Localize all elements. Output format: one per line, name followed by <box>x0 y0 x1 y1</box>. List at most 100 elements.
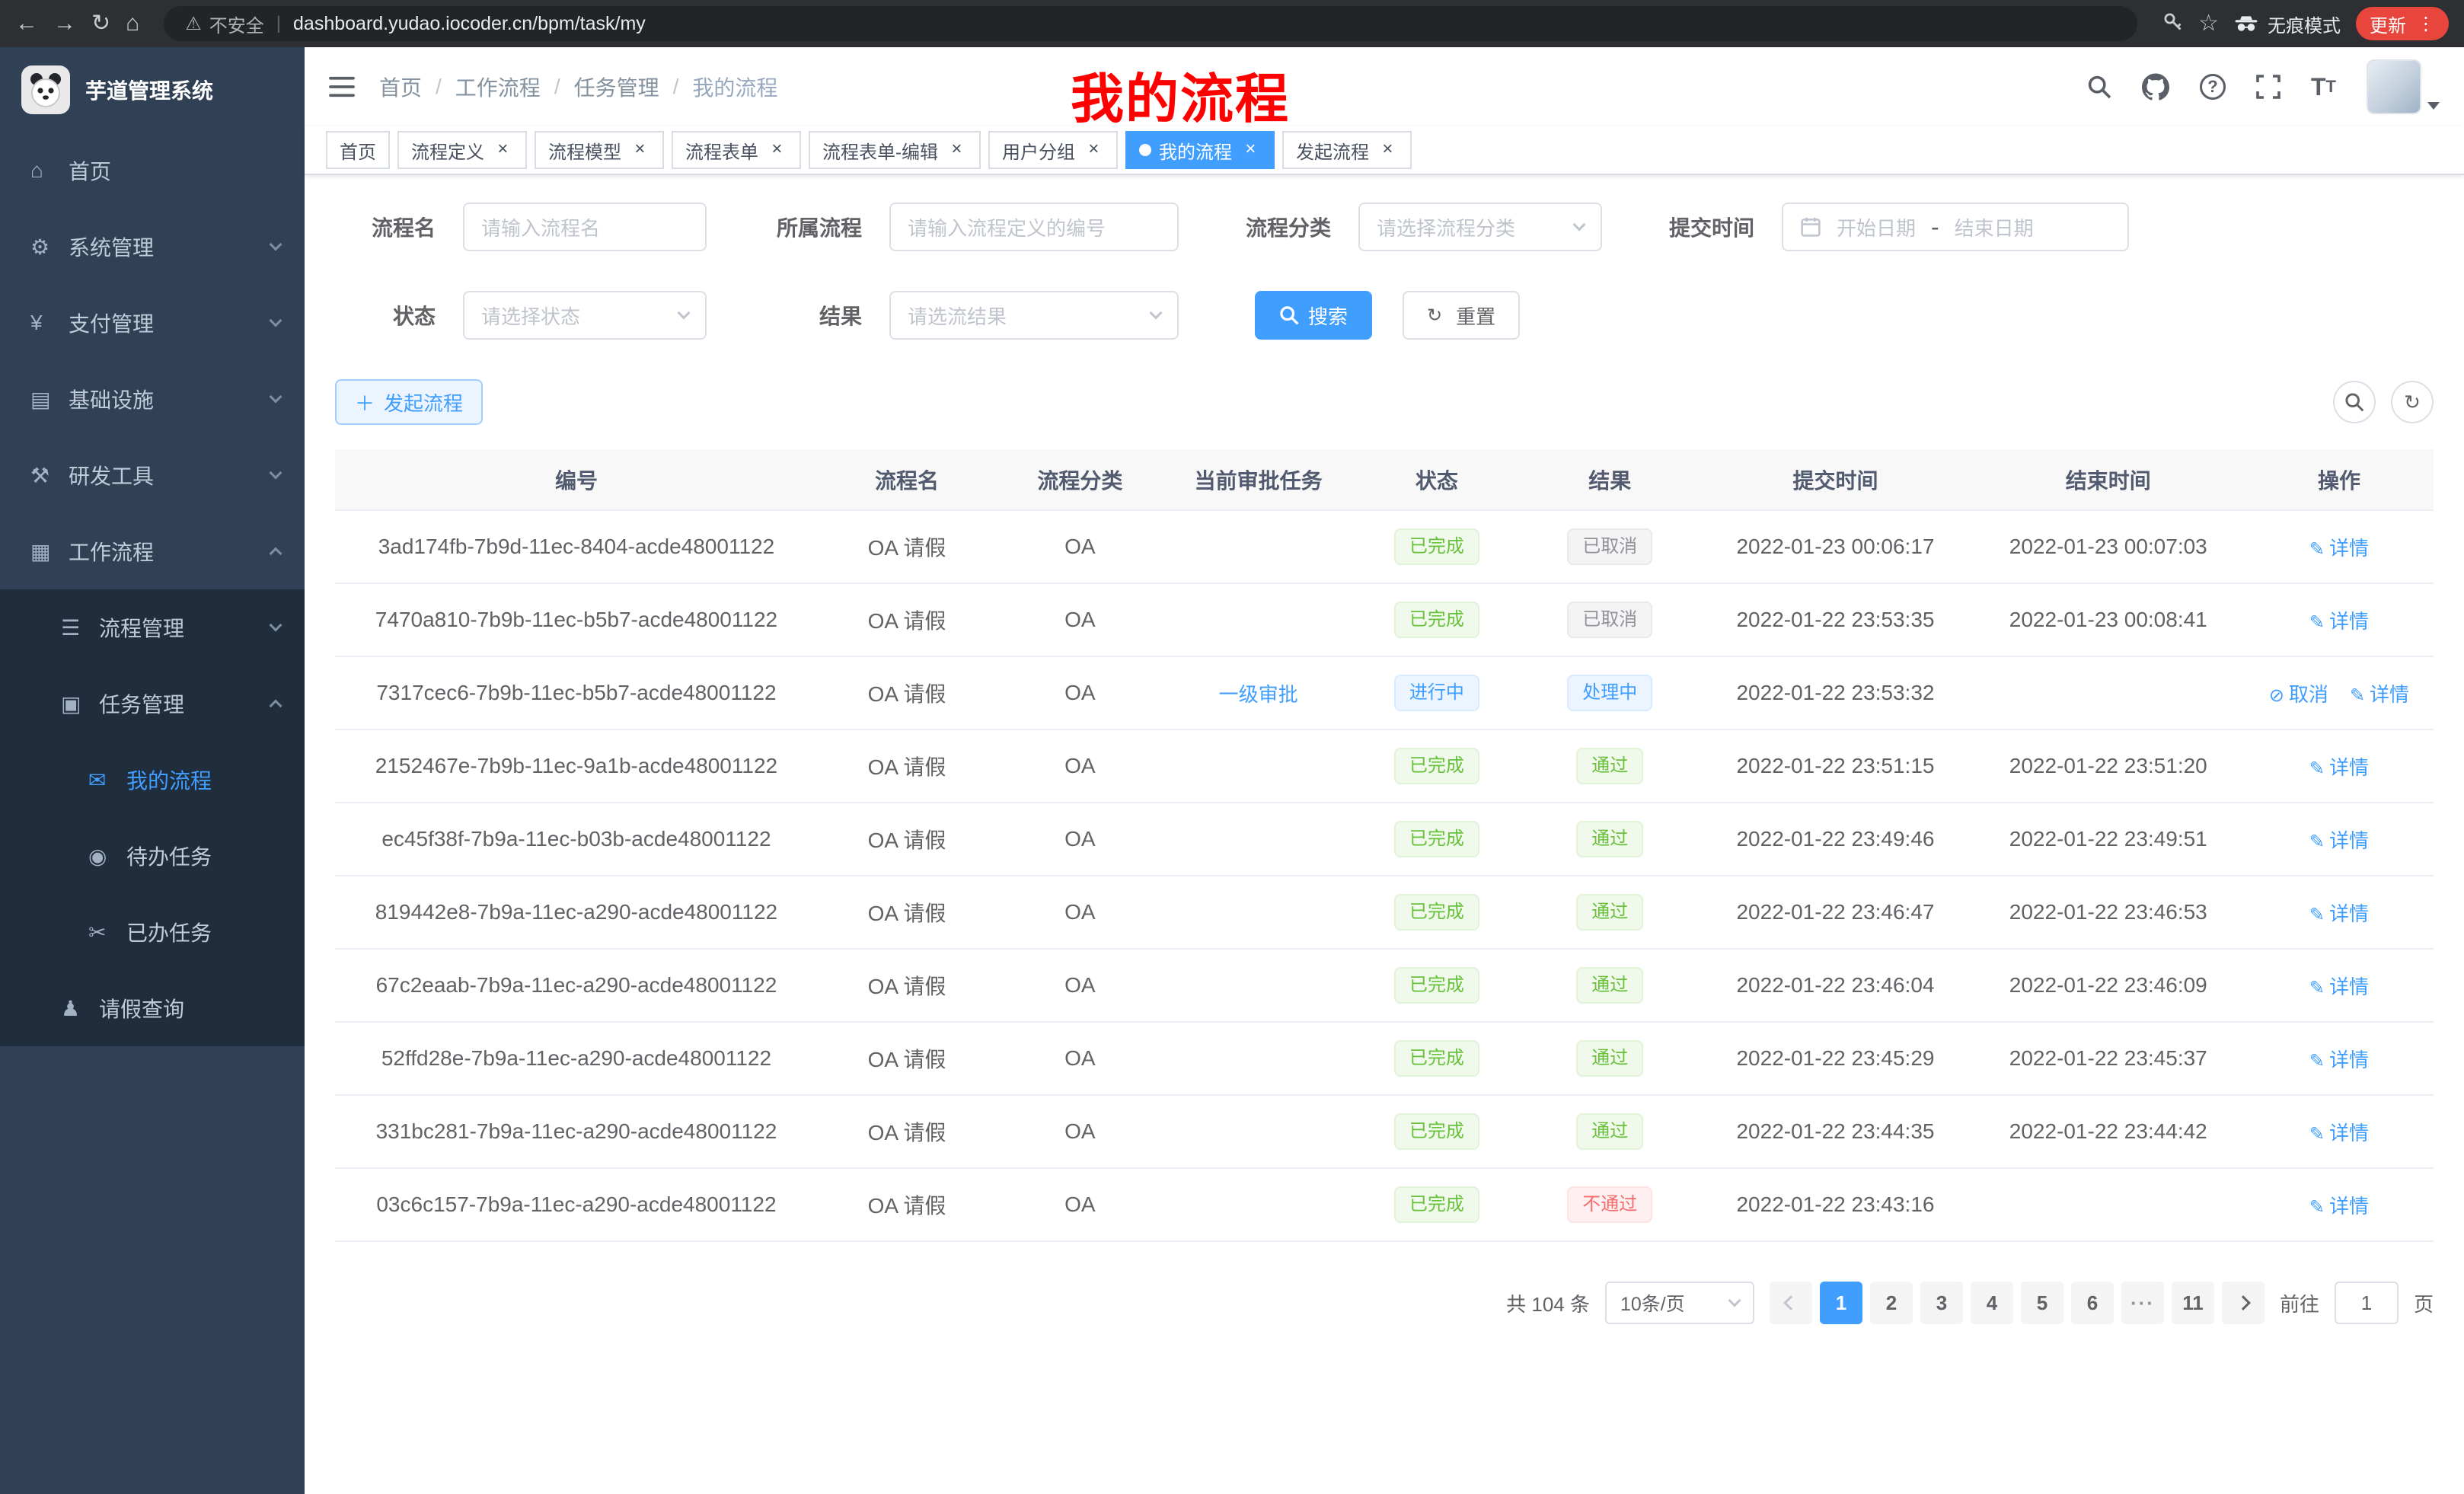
browser-reload-icon[interactable]: ↻ <box>91 12 110 35</box>
close-icon[interactable]: × <box>1240 139 1261 161</box>
fullscreen-icon[interactable] <box>2256 75 2280 99</box>
cell-status: 已完成 <box>1353 876 1521 949</box>
action-detail-link[interactable]: ✎详情 <box>2350 683 2409 706</box>
tab-首页[interactable]: 首页 <box>326 131 390 169</box>
browser-forward-icon[interactable]: → <box>53 12 76 35</box>
current-task-link[interactable]: 一级审批 <box>1219 683 1298 706</box>
search-icon[interactable] <box>2087 75 2111 99</box>
sidebar-item-leave-query[interactable]: ♟请假查询 <box>0 970 305 1046</box>
close-icon[interactable]: × <box>766 139 787 161</box>
sidebar-item-done-tasks[interactable]: ✂已办任务 <box>0 894 305 970</box>
search-button[interactable]: 搜索 <box>1255 291 1372 340</box>
sidebar-item-label: 流程管理 <box>99 612 271 643</box>
cell-result: 通过 <box>1521 729 1699 803</box>
breadcrumb-task-management[interactable]: 任务管理 <box>574 72 659 102</box>
cell-submit-time: 2022-01-22 23:53:35 <box>1699 583 1971 656</box>
end-date-placeholder: 结束日期 <box>1955 213 2034 241</box>
tab-用户分组[interactable]: 用户分组× <box>988 131 1118 169</box>
action-detail-link[interactable]: ✎详情 <box>2309 975 2369 998</box>
browser-home-icon[interactable]: ⌂ <box>126 12 139 35</box>
more-pages-button[interactable]: ··· <box>2121 1282 2164 1324</box>
user-menu[interactable] <box>2367 59 2440 114</box>
status-select[interactable]: 请选择状态 <box>463 291 707 340</box>
app-logo[interactable]: 芋道管理系统 <box>0 47 305 132</box>
security-warning[interactable]: ⚠ 不安全 <box>185 11 264 37</box>
sidebar-item-workflow[interactable]: ▦工作流程 <box>0 513 305 589</box>
tab-label: 流程定义 <box>411 137 484 164</box>
incognito-label: 无痕模式 <box>2268 11 2341 37</box>
next-page-button[interactable] <box>2222 1282 2265 1324</box>
close-icon[interactable]: × <box>629 139 650 161</box>
close-icon[interactable]: × <box>946 139 967 161</box>
sidebar-item-dev-tools[interactable]: ⚒研发工具 <box>0 437 305 513</box>
cell-id: 819442e8-7b9a-11ec-a290-acde48001122 <box>335 876 818 949</box>
edit-icon: ✎ <box>2309 1124 2325 1144</box>
tab-我的流程[interactable]: 我的流程× <box>1125 131 1275 169</box>
action-detail-link[interactable]: ✎详情 <box>2309 829 2369 852</box>
breadcrumb-workflow[interactable]: 工作流程 <box>455 72 541 102</box>
reset-button[interactable]: ↻ 重置 <box>1403 291 1520 340</box>
sidebar-item-payment-management[interactable]: ¥支付管理 <box>0 285 305 361</box>
browser-menu-icon[interactable]: ⋮ <box>2417 13 2435 35</box>
action-detail-link[interactable]: ✎详情 <box>2309 1049 2369 1071</box>
bookmark-star-icon[interactable]: ☆ <box>2198 12 2219 35</box>
sidebar-item-todo-tasks[interactable]: ◉待办任务 <box>0 818 305 894</box>
page-button-5[interactable]: 5 <box>2021 1282 2063 1324</box>
help-icon[interactable]: ? <box>2200 74 2226 100</box>
tab-流程定义[interactable]: 流程定义 × <box>397 131 527 169</box>
password-key-icon[interactable] <box>2162 11 2183 37</box>
sidebar-item-infrastructure[interactable]: ▤基础设施 <box>0 361 305 437</box>
action-detail-link[interactable]: ✎详情 <box>2309 537 2369 560</box>
close-icon[interactable]: × <box>1377 139 1398 161</box>
sidebar-item-my-process[interactable]: ✉我的流程 <box>0 742 305 818</box>
tab-流程表单-编辑[interactable]: 流程表单-编辑× <box>809 131 981 169</box>
cell-process-name: OA 请假 <box>818 1022 996 1095</box>
address-bar[interactable]: ⚠ 不安全 | dashboard.yudao.iocoder.cn/bpm/t… <box>164 6 2137 41</box>
action-detail-link[interactable]: ✎详情 <box>2309 610 2369 633</box>
sidebar-item-home[interactable]: ⌂首页 <box>0 132 305 209</box>
page-button-4[interactable]: 4 <box>1971 1282 2013 1324</box>
table-row: 7470a810-7b9b-11ec-b5b7-acde48001122OA 请… <box>335 583 2434 656</box>
prev-page-button[interactable] <box>1770 1282 1812 1324</box>
create-process-button[interactable]: ＋ 发起流程 <box>335 379 483 425</box>
sidebar-item-system-management[interactable]: ⚙系统管理 <box>0 209 305 285</box>
close-icon[interactable]: × <box>492 139 513 161</box>
edit-icon: ✎ <box>2309 978 2325 998</box>
tab-发起流程[interactable]: 发起流程× <box>1282 131 1412 169</box>
hamburger-icon[interactable] <box>329 75 355 98</box>
action-detail-link[interactable]: ✎详情 <box>2309 756 2369 779</box>
browser-update-button[interactable]: 更新 ⋮ <box>2356 7 2449 40</box>
tab-流程表单[interactable]: 流程表单× <box>672 131 801 169</box>
close-icon[interactable]: × <box>1083 139 1104 161</box>
result-select[interactable]: 请选流结果 <box>889 291 1179 340</box>
action-detail-link[interactable]: ✎详情 <box>2309 1122 2369 1144</box>
page-button-2[interactable]: 2 <box>1870 1282 1913 1324</box>
category-select[interactable]: 请选择流程分类 <box>1358 203 1602 251</box>
process-name-input[interactable]: 请输入流程名 <box>463 203 707 251</box>
goto-label: 前往 <box>2280 1289 2319 1317</box>
parent-process-input[interactable]: 请输入流程定义的编号 <box>889 203 1179 251</box>
avatar[interactable] <box>2367 59 2421 114</box>
browser-back-icon[interactable]: ← <box>15 12 38 35</box>
tab-流程模型[interactable]: 流程模型× <box>535 131 664 169</box>
page-size-select[interactable]: 10条/页 <box>1605 1282 1754 1324</box>
sidebar-item-task-management[interactable]: ▣任务管理 <box>0 666 305 742</box>
font-size-icon[interactable]: TT <box>2311 73 2336 101</box>
page-button-3[interactable]: 3 <box>1920 1282 1963 1324</box>
action-detail-link[interactable]: ✎详情 <box>2309 902 2369 925</box>
github-icon[interactable] <box>2142 73 2169 101</box>
toggle-search-button[interactable] <box>2333 381 2376 423</box>
navbar: 首页 / 工作流程 / 任务管理 / 我的流程 ? <box>305 47 2464 126</box>
breadcrumb-home[interactable]: 首页 <box>379 72 422 102</box>
submit-time-range-input[interactable]: 开始日期 - 结束日期 <box>1782 203 2129 251</box>
edit-icon: ✎ <box>2309 1197 2325 1218</box>
page-button-1[interactable]: 1 <box>1820 1282 1862 1324</box>
logo-image <box>21 65 70 114</box>
action-detail-link[interactable]: ✎详情 <box>2309 1195 2369 1218</box>
action-cancel-link[interactable]: ⊘取消 <box>2269 683 2328 706</box>
refresh-table-button[interactable]: ↻ <box>2391 381 2434 423</box>
sidebar-item-process-management[interactable]: ☰流程管理 <box>0 589 305 666</box>
page-button-11[interactable]: 11 <box>2172 1282 2214 1324</box>
page-button-6[interactable]: 6 <box>2071 1282 2114 1324</box>
goto-page-input[interactable]: 1 <box>2335 1282 2399 1324</box>
